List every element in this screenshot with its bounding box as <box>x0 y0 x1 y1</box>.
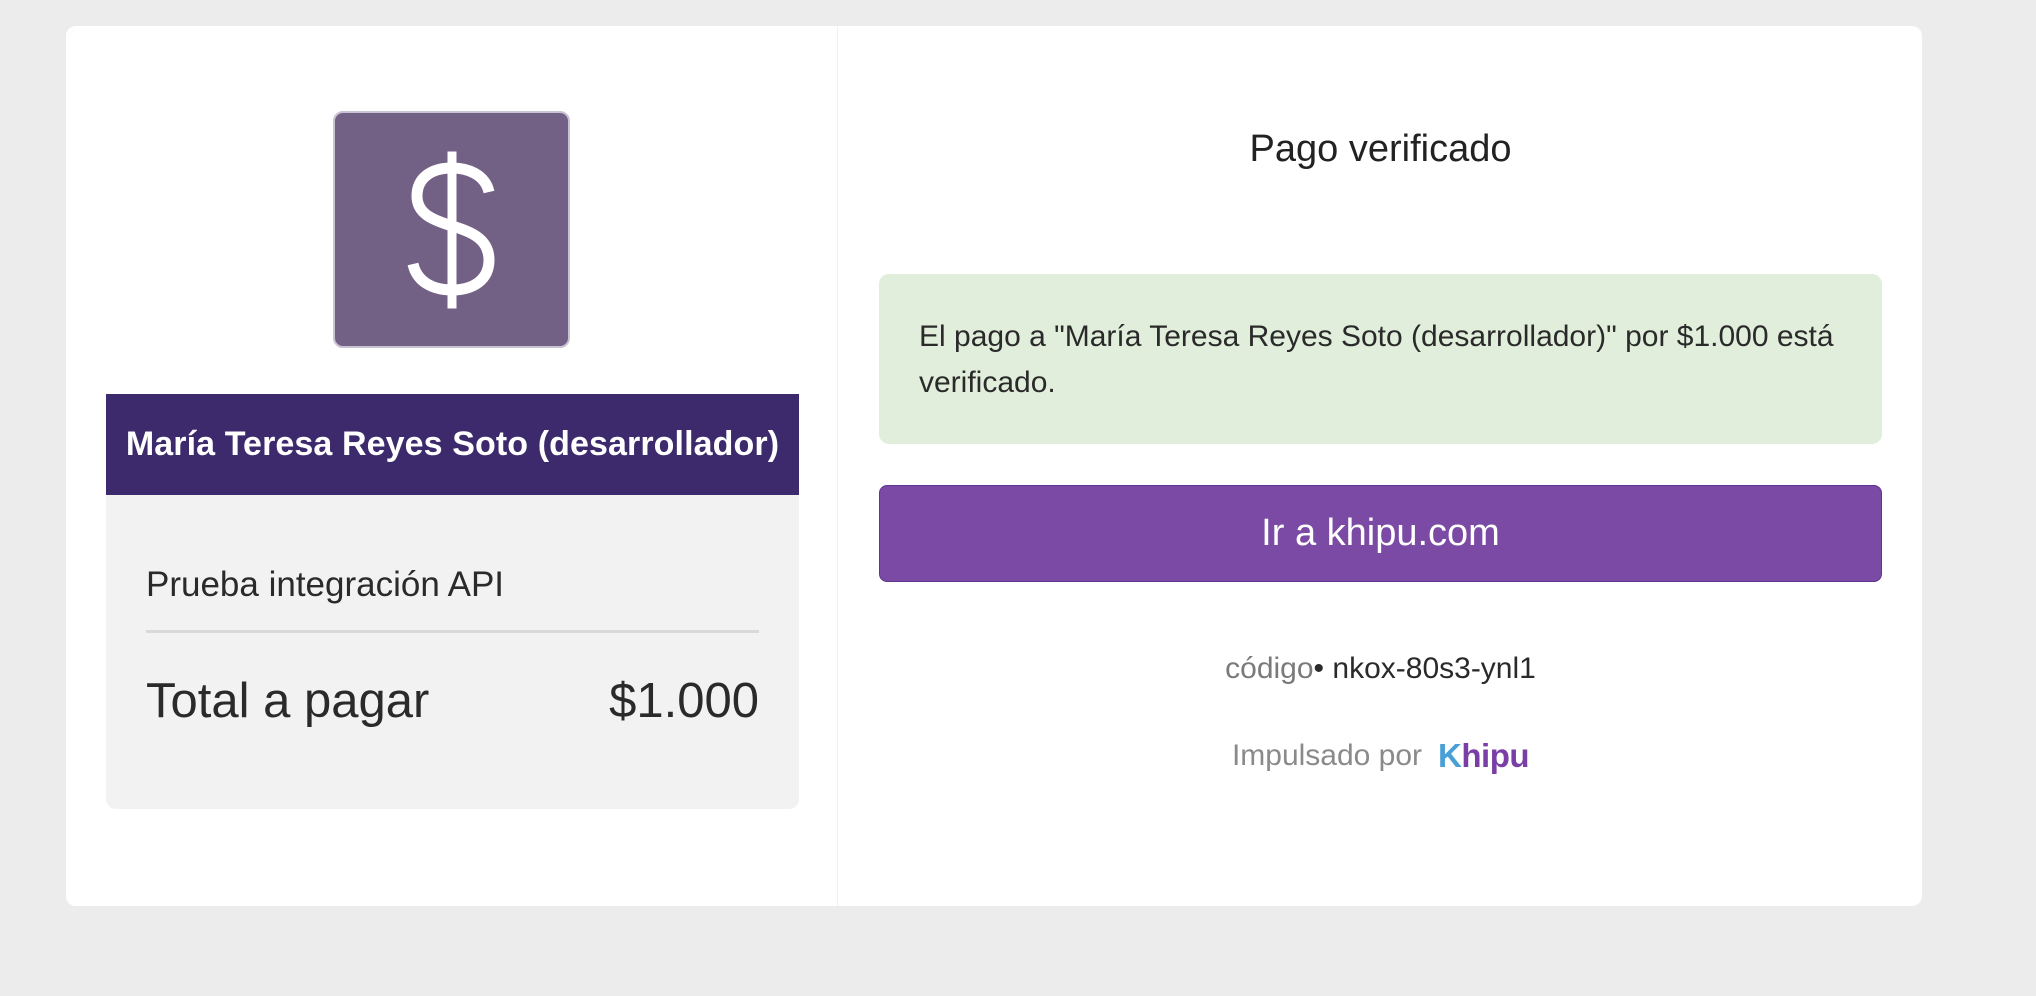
summary-divider <box>146 630 759 633</box>
go-to-khipu-button[interactable]: Ir a khipu.com <box>879 485 1882 582</box>
khipu-logo-initial: K <box>1438 737 1462 774</box>
powered-by-label: Impulsado por <box>1231 739 1423 772</box>
success-message: El pago a "María Teresa Reyes Soto (desa… <box>919 320 1834 399</box>
total-amount: $1.000 <box>609 674 759 728</box>
payment-summary: Prueba integración API Total a pagar $1.… <box>106 495 799 809</box>
khipu-logo[interactable]: Khipu <box>1438 737 1529 775</box>
powered-by: Impulsado por Khipu <box>879 737 1882 775</box>
payment-code: código• nkox-80s3-ynl1 <box>879 652 1882 686</box>
status-title: Pago verificado <box>1249 128 1512 170</box>
khipu-logo-rest: hipu <box>1461 737 1530 774</box>
payment-subject: Prueba integración API <box>146 565 505 604</box>
payment-card: María Teresa Reyes Soto (desarrollador) … <box>66 26 1922 906</box>
code-value: nkox-80s3-ynl1 <box>1332 652 1536 685</box>
code-separator: • <box>1313 652 1325 685</box>
merchant-logo <box>333 111 570 348</box>
merchant-name-banner: María Teresa Reyes Soto (desarrollador) <box>106 394 799 495</box>
dollar-sign-icon <box>407 151 495 308</box>
code-label: código <box>1225 652 1314 685</box>
total-label: Total a pagar <box>146 674 430 728</box>
merchant-name: María Teresa Reyes Soto (desarrollador) <box>125 425 780 463</box>
go-to-khipu-label: Ir a khipu.com <box>1261 512 1500 554</box>
success-alert: El pago a "María Teresa Reyes Soto (desa… <box>879 274 1882 444</box>
order-summary-panel: María Teresa Reyes Soto (desarrollador) … <box>66 26 838 906</box>
